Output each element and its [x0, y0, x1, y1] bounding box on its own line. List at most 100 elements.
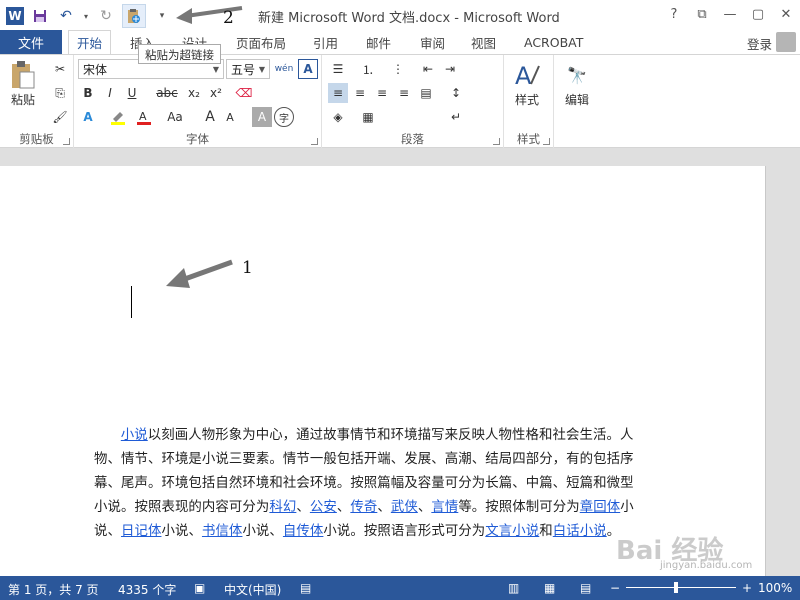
- tab-acrobat[interactable]: ACROBAT: [516, 30, 591, 54]
- read-mode-icon[interactable]: ▥: [508, 581, 519, 595]
- numbering-icon[interactable]: ⒈: [358, 59, 378, 79]
- close-icon[interactable]: ✕: [772, 0, 800, 28]
- borders-icon[interactable]: ▦: [358, 107, 378, 127]
- clear-format-icon[interactable]: ⌫: [234, 83, 254, 103]
- highlight-icon[interactable]: [108, 107, 128, 127]
- strikethrough-button[interactable]: abc: [154, 83, 180, 103]
- redo-icon[interactable]: ↻: [96, 6, 116, 26]
- save-icon[interactable]: [30, 6, 50, 26]
- minimize-icon[interactable]: —: [716, 0, 744, 28]
- align-left-icon[interactable]: ≡: [328, 83, 348, 103]
- bullets-icon[interactable]: ☰: [328, 59, 348, 79]
- font-group: 宋体 ▼ 五号 ▼ wén A B I U abc x₂ x² ⌫ A A Aa A…: [74, 55, 322, 149]
- zoom-level[interactable]: 100%: [758, 581, 792, 595]
- page-count[interactable]: 第 1 页，共 7 页: [8, 581, 99, 598]
- undo-dropdown-icon[interactable]: ▾: [82, 6, 90, 26]
- vertical-scrollbar[interactable]: [766, 148, 800, 576]
- styles-group: A 样式 样式: [504, 55, 554, 149]
- proofing-icon[interactable]: ▣: [194, 581, 205, 595]
- hyperlink[interactable]: 日记体: [121, 524, 161, 539]
- hyperlink[interactable]: 公安: [310, 500, 337, 515]
- hyperlink[interactable]: 白话小说: [553, 524, 607, 539]
- text-effects-icon[interactable]: A: [78, 107, 98, 127]
- document-page[interactable]: 小说以刻画人物形象为中心，通过故事情节和环境描写来反映人物性格和社会生活。人物、…: [0, 166, 766, 576]
- tab-page-layout[interactable]: 页面布局: [228, 30, 294, 54]
- tab-review[interactable]: 审阅: [412, 30, 453, 54]
- language[interactable]: 中文(中国): [224, 581, 281, 598]
- login-link[interactable]: 登录: [747, 34, 772, 53]
- zoom-out-icon[interactable]: −: [610, 581, 620, 595]
- word-logo-icon[interactable]: W: [6, 7, 24, 25]
- hyperlink[interactable]: 文言小说: [485, 524, 539, 539]
- font-launcher-icon[interactable]: [311, 138, 318, 145]
- justify-icon[interactable]: ≡: [394, 83, 414, 103]
- avatar[interactable]: [776, 32, 796, 52]
- enclose-char-icon[interactable]: 字: [274, 107, 294, 127]
- multilevel-list-icon[interactable]: ⋮: [388, 59, 408, 79]
- paste-button[interactable]: 粘贴: [8, 59, 38, 108]
- document-paragraph[interactable]: 小说以刻画人物形象为中心，通过故事情节和环境描写来反映人物性格和社会生活。人物、…: [94, 424, 639, 544]
- hyperlink[interactable]: 章回体: [580, 500, 620, 515]
- document-area: 小说以刻画人物形象为中心，通过故事情节和环境描写来反映人物性格和社会生活。人物、…: [0, 148, 800, 576]
- text-run: 、: [417, 500, 432, 515]
- zoom-slider[interactable]: [626, 587, 736, 588]
- annotation-number-1: 1: [242, 258, 253, 278]
- copy-icon[interactable]: ⎘: [50, 83, 70, 103]
- grow-font-button[interactable]: A: [200, 107, 220, 127]
- align-center-icon[interactable]: ≡: [350, 83, 370, 103]
- tab-mailings[interactable]: 邮件: [358, 30, 399, 54]
- paste-as-hyperlink-button[interactable]: [122, 4, 146, 28]
- ribbon-display-icon[interactable]: ⧉: [688, 0, 716, 28]
- styles-button[interactable]: A 样式: [512, 59, 542, 108]
- font-color-icon[interactable]: A: [134, 107, 154, 127]
- tab-file[interactable]: 文件: [0, 30, 62, 54]
- char-border-icon[interactable]: A: [298, 59, 318, 79]
- web-layout-icon[interactable]: ▤: [580, 581, 591, 595]
- hyperlink[interactable]: 武侠: [391, 500, 418, 515]
- decrease-indent-icon[interactable]: ⇤: [418, 59, 438, 79]
- shrink-font-button[interactable]: A: [220, 107, 240, 127]
- print-layout-icon[interactable]: ▦: [544, 581, 555, 595]
- hyperlink[interactable]: 传奇: [350, 500, 377, 515]
- paragraph-mark-icon[interactable]: ↵: [446, 107, 466, 127]
- styles-launcher-icon[interactable]: [543, 138, 550, 145]
- subscript-button[interactable]: x₂: [184, 83, 204, 103]
- tab-view[interactable]: 视图: [463, 30, 504, 54]
- help-icon[interactable]: ?: [660, 0, 688, 28]
- line-spacing-icon[interactable]: ↕: [446, 83, 466, 103]
- tab-home[interactable]: 开始: [68, 30, 112, 54]
- editing-button[interactable]: 🔭 编辑: [562, 59, 592, 108]
- increase-indent-icon[interactable]: ⇥: [440, 59, 460, 79]
- hyperlink[interactable]: 自传体: [283, 524, 323, 539]
- distributed-icon[interactable]: ▤: [416, 83, 436, 103]
- superscript-button[interactable]: x²: [206, 83, 226, 103]
- underline-button[interactable]: U: [122, 83, 142, 103]
- zoom-in-icon[interactable]: +: [742, 581, 752, 595]
- hyperlink[interactable]: 言情: [431, 500, 458, 515]
- format-painter-icon[interactable]: 🖌: [50, 107, 70, 127]
- macro-icon[interactable]: ▤: [300, 581, 311, 595]
- customize-qat-icon[interactable]: ▾: [152, 6, 172, 26]
- italic-button[interactable]: I: [100, 83, 120, 103]
- cut-icon[interactable]: ✂: [50, 59, 70, 79]
- hyperlink[interactable]: 科幻: [269, 500, 296, 515]
- paragraph-launcher-icon[interactable]: [493, 138, 500, 145]
- zoom-slider-thumb[interactable]: [673, 582, 678, 593]
- phonetic-guide-icon[interactable]: wén: [274, 59, 294, 79]
- tab-references[interactable]: 引用: [305, 30, 346, 54]
- svg-text:A: A: [139, 110, 147, 123]
- ribbon-home: 粘贴 ✂ ⎘ 🖌 剪贴板 宋体 ▼ 五号 ▼ wén A B I U abc x₂ …: [0, 54, 800, 149]
- shading-icon[interactable]: ◈: [328, 107, 348, 127]
- maximize-icon[interactable]: ▢: [744, 0, 772, 28]
- change-case-button[interactable]: Aa: [162, 107, 188, 127]
- watermark-url: jingyan.baidu.com: [660, 560, 753, 571]
- bold-button[interactable]: B: [78, 83, 98, 103]
- font-size-combo[interactable]: 五号 ▼: [226, 59, 270, 79]
- align-right-icon[interactable]: ≡: [372, 83, 392, 103]
- clipboard-launcher-icon[interactable]: [63, 138, 70, 145]
- char-shading-icon[interactable]: A: [252, 107, 272, 127]
- undo-icon[interactable]: ↶: [56, 6, 76, 26]
- hyperlink[interactable]: 书信体: [202, 524, 242, 539]
- word-count[interactable]: 4335 个字: [118, 581, 176, 598]
- hyperlink[interactable]: 小说: [121, 428, 148, 443]
